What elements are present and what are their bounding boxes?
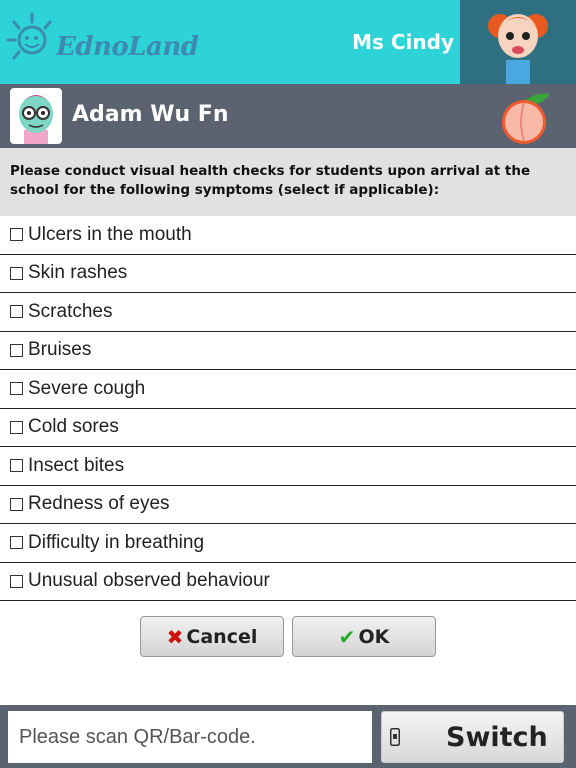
ok-button[interactable]: ✔ OK [292,616,436,657]
instructions-text: Please conduct visual health checks for … [10,163,531,198]
symptom-item-bruises[interactable]: Bruises [0,332,576,370]
app-header: EdnoLand Ms Cindy [0,0,576,84]
sun-icon [6,12,52,60]
symptom-item-cold-sores[interactable]: Cold sores [0,409,576,447]
checkbox[interactable] [10,536,23,550]
cancel-button[interactable]: ✖ Cancel [140,616,284,657]
symptom-label: Skin rashes [28,262,128,284]
symptom-item-difficulty-breathing[interactable]: Difficulty in breathing [0,524,576,563]
checkbox[interactable] [10,574,23,588]
teacher-avatar-icon [488,14,548,84]
symptom-item-redness-of-eyes[interactable]: Redness of eyes [0,486,576,524]
teacher-avatar[interactable] [460,0,576,84]
symptom-item-skin-rashes[interactable]: Skin rashes [0,255,576,293]
symptom-label: Bruises [28,339,92,361]
ok-label: OK [358,625,390,648]
symptom-list: Ulcers in the mouth Skin rashes Scratche… [0,216,576,601]
switch-button[interactable]: Switch [381,711,564,763]
cancel-label: Cancel [186,625,258,648]
logo-text: EdnoLand [56,32,199,62]
symptom-item-ulcers[interactable]: Ulcers in the mouth [0,216,576,255]
symptom-label: Scratches [28,300,113,322]
teacher-name[interactable]: Ms Cindy [352,30,454,54]
symptom-label: Unusual observed behaviour [28,570,270,592]
checkbox[interactable] [10,305,23,319]
symptom-label: Insect bites [28,454,125,476]
peach-icon[interactable] [490,88,556,146]
symptom-item-scratches[interactable]: Scratches [0,293,576,332]
symptom-label: Ulcers in the mouth [28,223,192,245]
checkbox[interactable] [10,228,23,242]
ednoland-logo: EdnoLand [6,10,199,76]
checkbox[interactable] [10,497,23,511]
checkbox[interactable] [10,343,23,357]
instructions-panel: Please conduct visual health checks for … [0,148,576,216]
switch-label: Switch [446,721,548,753]
student-avatar-icon [19,95,53,144]
phone-icon [390,728,400,746]
symptom-item-severe-cough[interactable]: Severe cough [0,370,576,409]
checkbox[interactable] [10,382,23,396]
symptom-label: Redness of eyes [28,493,170,515]
symptom-item-insect-bites[interactable]: Insect bites [0,447,576,486]
checkbox[interactable] [10,420,23,434]
symptom-label: Difficulty in breathing [28,531,205,553]
checkbox[interactable] [10,266,23,280]
checkmark-icon: ✔ [338,624,356,649]
symptom-label: Cold sores [28,416,119,438]
checkbox[interactable] [10,459,23,473]
symptom-label: Severe cough [28,377,146,399]
student-name: Adam Wu Fn [72,102,229,127]
symptom-item-unusual-behaviour[interactable]: Unusual observed behaviour [0,563,576,601]
scan-input[interactable] [8,711,372,763]
student-avatar[interactable] [10,88,62,144]
cancel-x-icon: ✖ [166,624,184,649]
